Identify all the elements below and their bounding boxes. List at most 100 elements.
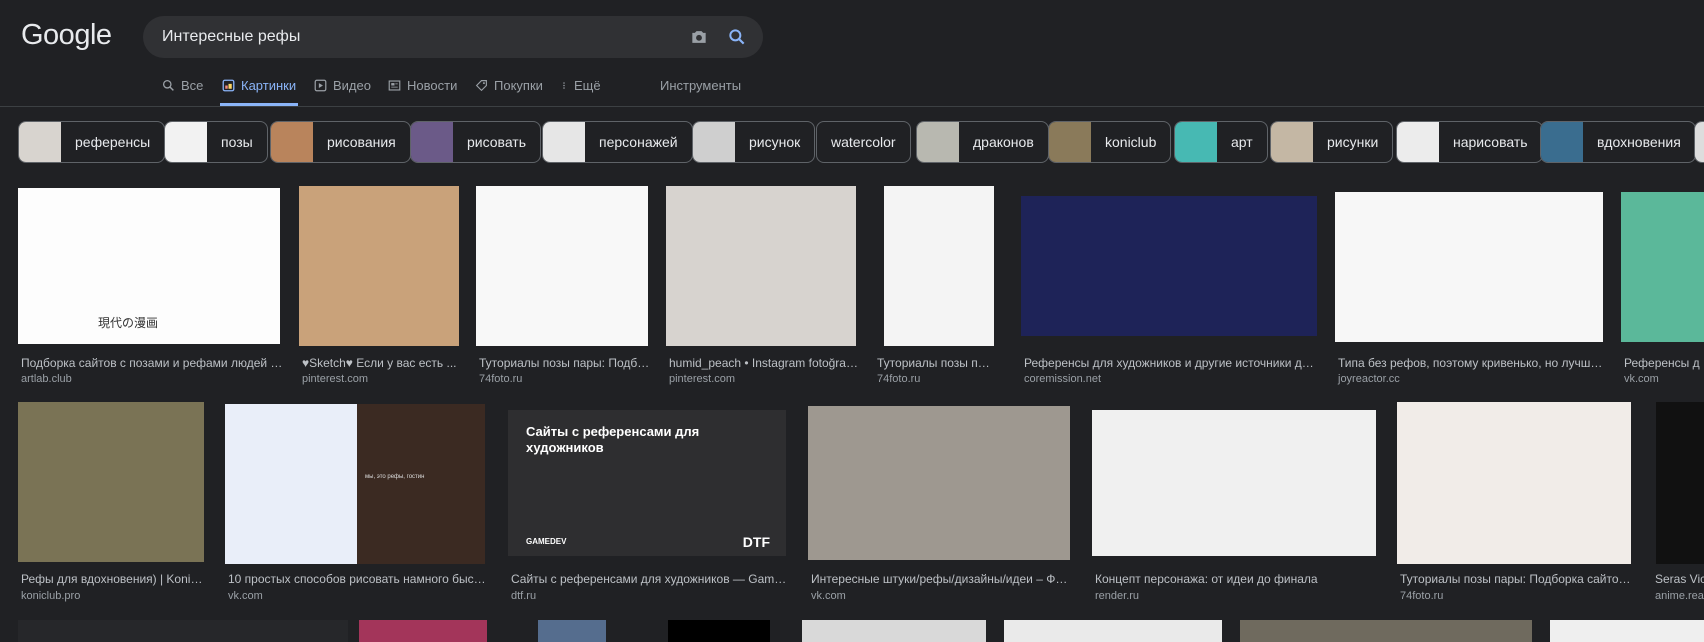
- tab-video[interactable]: Видео: [314, 78, 371, 106]
- search-tabs: Все Картинки Видео Новости Покупки Ещё И…: [0, 72, 1704, 107]
- search-icon[interactable]: [727, 27, 747, 47]
- chip-label: рисунки: [1327, 134, 1379, 150]
- chip[interactable]: рисования: [270, 121, 411, 163]
- tab-more[interactable]: Ещё: [560, 78, 601, 106]
- search-icon: [162, 79, 174, 91]
- image-result[interactable]: ♥Sketch♥ Если у вас есть ... pinterest.c…: [299, 186, 461, 388]
- chip[interactable]: вдохновения: [1540, 121, 1696, 163]
- more-vert-icon: [563, 82, 565, 89]
- chip-thumbnail: [1695, 122, 1704, 162]
- chip[interactable]: рисунок: [692, 121, 816, 163]
- image-result[interactable]: [538, 620, 606, 642]
- image-caption: 現代の漫画: [98, 316, 159, 330]
- image-result[interactable]: Типа без рефов, поэтому кривенько, но лу…: [1335, 192, 1606, 388]
- tab-images[interactable]: Картинки: [220, 78, 299, 106]
- image-result[interactable]: [1240, 620, 1532, 642]
- image-result[interactable]: Интересные штуки/рефы/дизайны/идеи – Фот…: [808, 406, 1071, 602]
- image-result[interactable]: Концепт персонажа: от идеи до финала ren…: [1092, 410, 1376, 602]
- chip-label: арт: [1231, 134, 1253, 150]
- image-result[interactable]: Сайты с референсами для художников GAMED…: [508, 410, 789, 602]
- result-source: anime.reac: [1655, 590, 1704, 602]
- tab-images-label: Картинки: [241, 78, 297, 93]
- tools-button[interactable]: Инструменты: [660, 78, 741, 93]
- chip-label: драконов: [973, 134, 1034, 150]
- image-overlay-title: Сайты с референсами для художников: [526, 424, 700, 455]
- image-result[interactable]: [1550, 620, 1704, 642]
- chip-label: позы: [221, 134, 253, 150]
- result-title[interactable]: ♥Sketch♥ Если у вас есть ...: [302, 356, 462, 370]
- result-source: pinterest.com: [669, 373, 736, 385]
- result-title[interactable]: humid_peach • Instagram fotoğrafl...: [669, 356, 859, 370]
- image-result[interactable]: humid_peach • Instagram fotoğrafl... pin…: [666, 186, 859, 388]
- result-source: vk.com: [811, 590, 846, 602]
- search-input[interactable]: Интересные рефы: [162, 28, 300, 46]
- result-source: dtf.ru: [511, 590, 537, 602]
- image-result[interactable]: Туториалы позы пары: Подбо... 74foto.ru: [476, 186, 651, 388]
- tab-shopping[interactable]: Покупки: [475, 78, 543, 106]
- result-thumbnail: 現代の漫画: [18, 188, 280, 344]
- image-result[interactable]: 現代の漫画 Подборка сайтов с позами и рефами …: [18, 188, 283, 388]
- tab-news[interactable]: Новости: [388, 78, 457, 106]
- result-thumbnail-panel: мы, это рефы, гостин: [357, 404, 485, 564]
- image-result[interactable]: мы, это рефы, гостин 10 простых способов…: [225, 402, 488, 602]
- result-title[interactable]: Концепт персонажа: от идеи до финала: [1095, 572, 1377, 586]
- result-title[interactable]: Типа без рефов, поэтому кривенько, но лу…: [1338, 356, 1606, 370]
- chip[interactable]: рисунки: [1270, 121, 1394, 163]
- result-title[interactable]: Рефы для вдохновения) | KoniClu...: [21, 572, 207, 586]
- result-source: artlab.club: [21, 373, 72, 385]
- result-title[interactable]: Туториалы позы пары: Подбо...: [479, 356, 651, 370]
- result-title[interactable]: Интересные штуки/рефы/дизайны/идеи – Фот…: [811, 572, 1071, 586]
- chip[interactable]: koniclub: [1048, 121, 1172, 163]
- image-result[interactable]: Seras Victo anime.reac: [1652, 402, 1704, 602]
- image-result[interactable]: Туториалы позы пары: Подборка сайтов с .…: [1397, 402, 1633, 602]
- result-title[interactable]: Туториалы позы пары: Подборка сайтов с .…: [1400, 572, 1632, 586]
- image-result[interactable]: Референсы для художников и другие источн…: [1021, 196, 1318, 388]
- result-title[interactable]: Подборка сайтов с позами и рефами людей …: [21, 356, 283, 370]
- image-result[interactable]: [802, 620, 986, 642]
- result-source: coremission.net: [1024, 373, 1102, 385]
- result-thumbnail: [476, 186, 648, 346]
- result-source: 74foto.ru: [877, 373, 921, 385]
- result-title[interactable]: Сайты с референсами для художников — Gam…: [511, 572, 789, 586]
- result-source: 74foto.ru: [1400, 590, 1444, 602]
- tab-news-label: Новости: [407, 78, 458, 93]
- chip[interactable]: [1694, 121, 1704, 163]
- image-result[interactable]: [18, 620, 348, 642]
- image-result[interactable]: Референсы д vk.com: [1621, 192, 1704, 388]
- chip[interactable]: watercolor: [816, 121, 911, 163]
- image-result[interactable]: [359, 620, 487, 642]
- result-title[interactable]: Референсы д: [1624, 356, 1704, 370]
- chip-label: рисования: [327, 134, 396, 150]
- chip-thumbnail: [543, 122, 585, 162]
- tab-all[interactable]: Все: [162, 78, 203, 106]
- chip[interactable]: позы: [164, 121, 268, 163]
- chip[interactable]: рисовать: [410, 121, 542, 163]
- image-result[interactable]: Рефы для вдохновения) | KoniClu... konic…: [18, 402, 207, 602]
- result-title[interactable]: Референсы для художников и другие источн…: [1024, 356, 1318, 370]
- image-result[interactable]: [668, 620, 770, 642]
- chip[interactable]: нарисовать: [1396, 121, 1543, 163]
- chip[interactable]: персонажей: [542, 121, 693, 163]
- chip-label: персонажей: [599, 134, 678, 150]
- image-result[interactable]: [1004, 620, 1222, 642]
- camera-icon[interactable]: [689, 27, 709, 47]
- result-title[interactable]: Seras Victo: [1655, 572, 1704, 586]
- result-source: pinterest.com: [302, 373, 369, 385]
- chip-label: koniclub: [1105, 134, 1157, 150]
- chip[interactable]: референсы: [18, 121, 166, 163]
- result-thumbnail: [884, 186, 994, 346]
- chip[interactable]: арт: [1174, 121, 1268, 163]
- chip-thumbnail: [1049, 122, 1091, 162]
- chip-thumbnail: [1271, 122, 1313, 162]
- result-title[interactable]: Туториалы позы пар...: [877, 356, 995, 370]
- result-thumbnail: [18, 402, 204, 562]
- result-source: render.ru: [1095, 590, 1140, 602]
- dtf-logo: DTF: [742, 534, 770, 550]
- search-box[interactable]: Интересные рефы: [143, 16, 763, 58]
- image-result[interactable]: Туториалы позы пар... 74foto.ru: [874, 186, 995, 388]
- news-icon: [388, 80, 401, 91]
- tag-icon: [475, 80, 487, 92]
- result-title[interactable]: 10 простых способов рисовать намного быс…: [228, 572, 488, 586]
- google-logo[interactable]: Google: [21, 19, 112, 52]
- chip[interactable]: драконов: [916, 121, 1049, 163]
